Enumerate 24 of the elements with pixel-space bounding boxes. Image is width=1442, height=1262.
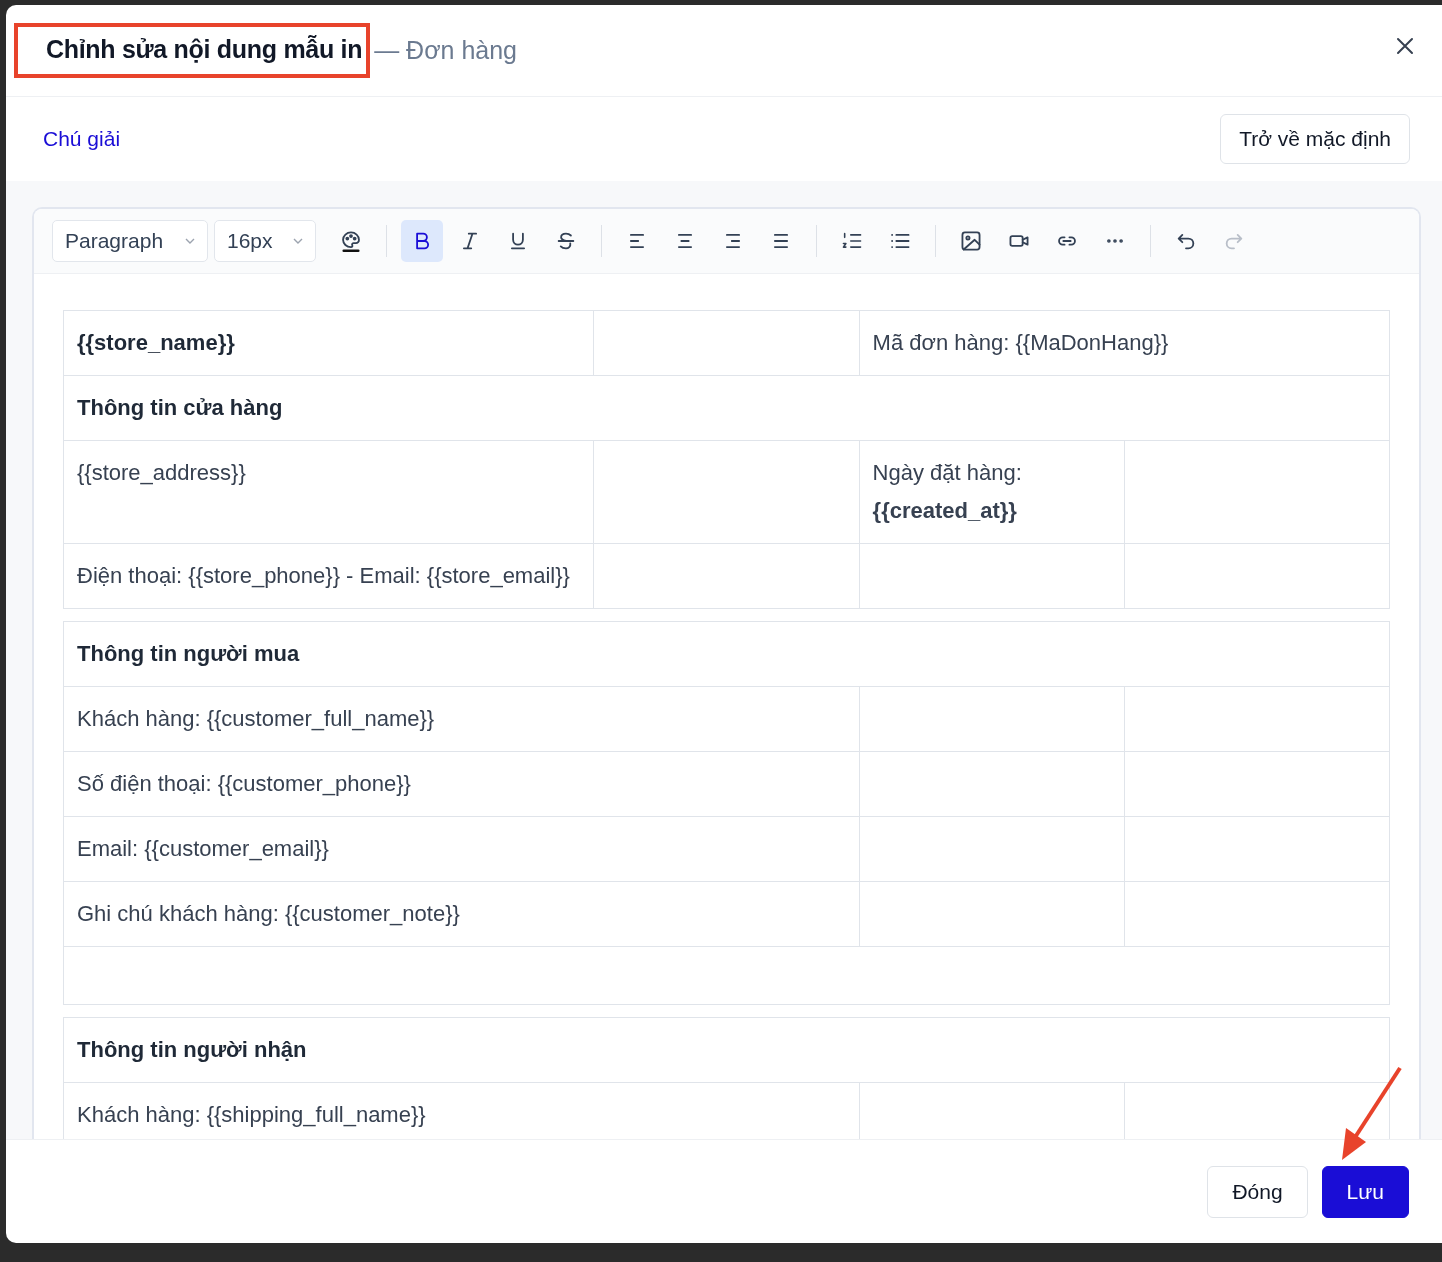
cell-text: Mã đơn hàng: {{MaDonHang}} — [872, 330, 1169, 355]
cell-text: {{store_name}} — [77, 330, 235, 355]
section-heading: Thông tin cửa hàng — [77, 395, 283, 420]
dialog-title: Chỉnh sửa nội dung mẫu in — [46, 35, 363, 63]
font-size-select[interactable]: 16px — [214, 220, 316, 262]
cell-text: Khách hàng: {{customer_full_name}} — [77, 706, 435, 731]
paragraph-format-select[interactable]: Paragraph — [52, 220, 208, 262]
save-button[interactable]: Lưu — [1321, 1165, 1409, 1218]
legend-link[interactable]: Chú giải — [43, 127, 121, 151]
section-heading: Thông tin người nhận — [77, 1037, 307, 1062]
bold-icon[interactable] — [401, 220, 443, 262]
dialog-subtitle: — Đơn hàng — [374, 36, 517, 65]
cell-text: Số điện thoại: {{customer_phone}} — [77, 771, 411, 796]
cell-text: Email: {{customer_email}} — [77, 836, 329, 861]
cell-text: Ghi chú khách hàng: {{customer_note}} — [77, 901, 460, 926]
close-button[interactable]: Đóng — [1207, 1165, 1308, 1218]
cell-text: Ngày đặt hàng: {{created_at}} — [872, 460, 1022, 523]
chevron-down-icon — [293, 238, 303, 244]
section-heading: Thông tin người mua — [77, 641, 300, 666]
cell-text: Khách hàng: {{shipping_full_name}} — [77, 1102, 426, 1127]
cell-text: Điện thoại: {{store_phone}} - Email: {{store_email}} — [77, 563, 570, 588]
chevron-down-icon — [185, 238, 195, 244]
reset-default-button[interactable]: Trở về mặc định — [1220, 114, 1410, 164]
cell-text: {{store_address}} — [77, 460, 246, 485]
